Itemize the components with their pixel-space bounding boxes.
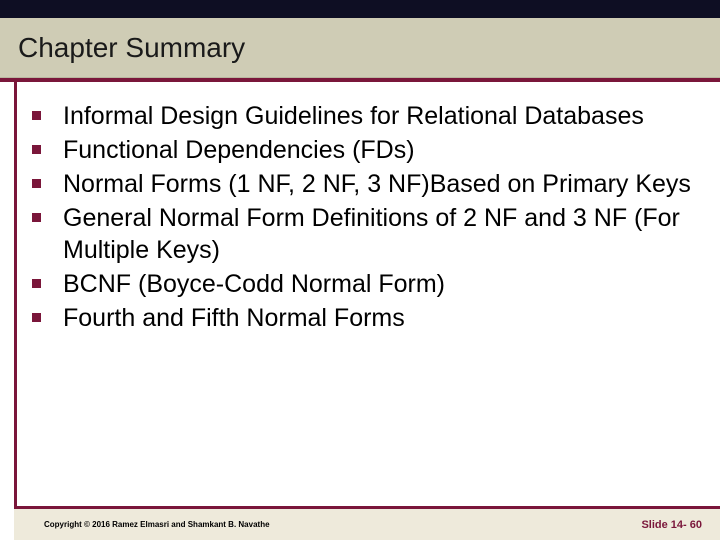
list-item: BCNF (Boyce-Codd Normal Form) bbox=[28, 268, 700, 300]
bullet-icon bbox=[32, 313, 41, 322]
bullet-text: BCNF (Boyce-Codd Normal Form) bbox=[63, 268, 445, 300]
bullet-icon bbox=[32, 279, 41, 288]
content-area: Informal Design Guidelines for Relationa… bbox=[28, 100, 700, 336]
list-item: Normal Forms (1 NF, 2 NF, 3 NF)Based on … bbox=[28, 168, 700, 200]
bullet-icon bbox=[32, 145, 41, 154]
list-item: General Normal Form Definitions of 2 NF … bbox=[28, 202, 700, 266]
title-strip: Chapter Summary bbox=[0, 18, 720, 78]
slide-number: Slide 14- 60 bbox=[641, 519, 702, 531]
bullet-icon bbox=[32, 111, 41, 120]
slide: Chapter Summary Informal Design Guidelin… bbox=[0, 0, 720, 540]
top-bar bbox=[0, 0, 720, 18]
bullet-text: Informal Design Guidelines for Relationa… bbox=[63, 100, 644, 132]
list-item: Informal Design Guidelines for Relationa… bbox=[28, 100, 700, 132]
slide-title: Chapter Summary bbox=[18, 32, 245, 64]
accent-rule bbox=[0, 78, 720, 82]
bullet-text: Normal Forms (1 NF, 2 NF, 3 NF)Based on … bbox=[63, 168, 691, 200]
list-item: Functional Dependencies (FDs) bbox=[28, 134, 700, 166]
left-rule bbox=[14, 82, 17, 506]
bullet-text: Functional Dependencies (FDs) bbox=[63, 134, 415, 166]
footer-bar: Copyright © 2016 Ramez Elmasri and Shamk… bbox=[14, 506, 720, 540]
bullet-icon bbox=[32, 213, 41, 222]
bullet-text: Fourth and Fifth Normal Forms bbox=[63, 302, 405, 334]
copyright-text: Copyright © 2016 Ramez Elmasri and Shamk… bbox=[44, 520, 270, 529]
list-item: Fourth and Fifth Normal Forms bbox=[28, 302, 700, 334]
bullet-text: General Normal Form Definitions of 2 NF … bbox=[63, 202, 700, 266]
bullet-icon bbox=[32, 179, 41, 188]
